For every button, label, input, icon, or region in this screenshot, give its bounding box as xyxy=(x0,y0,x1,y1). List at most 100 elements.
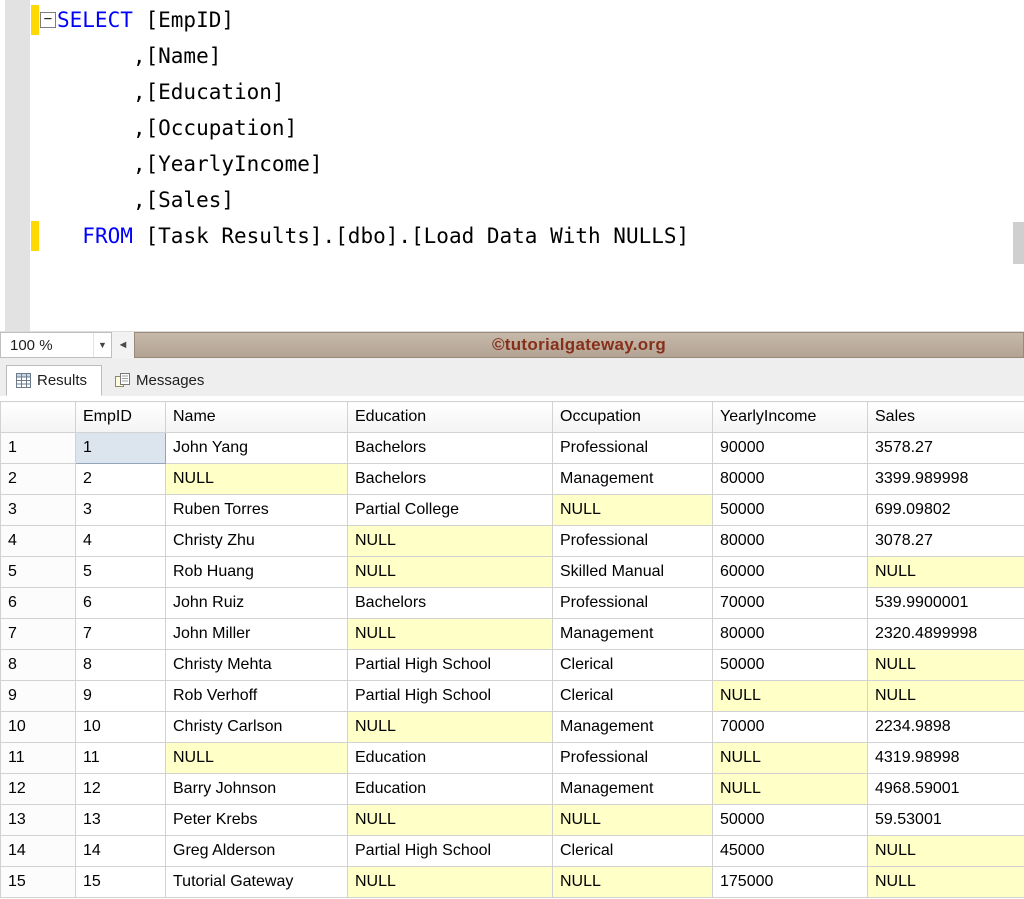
row-number-cell[interactable]: 9 xyxy=(1,681,76,712)
grid-cell[interactable]: John Miller xyxy=(166,619,348,650)
grid-cell[interactable]: John Yang xyxy=(166,433,348,464)
column-header[interactable]: YearlyIncome xyxy=(713,402,868,433)
code-line[interactable]: ,[Education] xyxy=(57,74,1010,110)
grid-cell[interactable]: Partial High School xyxy=(348,836,553,867)
row-number-cell[interactable]: 15 xyxy=(1,867,76,898)
code-collapse-toggle[interactable]: − xyxy=(40,12,56,28)
row-number-cell[interactable]: 13 xyxy=(1,805,76,836)
grid-cell[interactable]: NULL xyxy=(166,464,348,495)
code-line[interactable]: ,[Sales] xyxy=(57,182,1010,218)
grid-cell[interactable]: 6 xyxy=(76,588,166,619)
grid-cell[interactable]: NULL xyxy=(348,526,553,557)
row-number-cell[interactable]: 7 xyxy=(1,619,76,650)
grid-cell[interactable]: 3 xyxy=(76,495,166,526)
grid-cell[interactable]: 50000 xyxy=(713,650,868,681)
grid-cell[interactable]: Professional xyxy=(553,526,713,557)
row-number-cell[interactable]: 14 xyxy=(1,836,76,867)
code-line[interactable]: −SELECT [EmpID] xyxy=(57,2,1010,38)
grid-cell[interactable]: Ruben Torres xyxy=(166,495,348,526)
editor-code[interactable]: −SELECT [EmpID] ,[Name] ,[Education] ,[O… xyxy=(57,2,1010,254)
row-number-cell[interactable]: 12 xyxy=(1,774,76,805)
grid-cell[interactable]: Management xyxy=(553,712,713,743)
grid-cell[interactable]: Clerical xyxy=(553,836,713,867)
grid-cell[interactable]: NULL xyxy=(553,495,713,526)
grid-cell[interactable]: 699.09802 xyxy=(868,495,1024,526)
grid-cell[interactable]: Management xyxy=(553,464,713,495)
grid-cell[interactable]: NULL xyxy=(713,681,868,712)
grid-cell[interactable]: 12 xyxy=(76,774,166,805)
grid-cell[interactable]: NULL xyxy=(553,867,713,898)
grid-cell[interactable]: Rob Huang xyxy=(166,557,348,588)
row-number-cell[interactable]: 10 xyxy=(1,712,76,743)
grid-cell[interactable]: NULL xyxy=(348,557,553,588)
grid-cell[interactable]: NULL xyxy=(713,743,868,774)
grid-cell[interactable]: NULL xyxy=(868,650,1024,681)
grid-cell[interactable]: Peter Krebs xyxy=(166,805,348,836)
row-number-cell[interactable]: 1 xyxy=(1,433,76,464)
grid-cell[interactable]: 3578.27 xyxy=(868,433,1024,464)
row-number-cell[interactable]: 2 xyxy=(1,464,76,495)
grid-cell[interactable]: NULL xyxy=(348,867,553,898)
grid-cell[interactable]: Greg Alderson xyxy=(166,836,348,867)
row-number-cell[interactable]: 5 xyxy=(1,557,76,588)
grid-cell[interactable]: 5 xyxy=(76,557,166,588)
grid-cell[interactable]: Partial High School xyxy=(348,681,553,712)
grid-cell[interactable]: 175000 xyxy=(713,867,868,898)
column-header[interactable]: Occupation xyxy=(553,402,713,433)
row-number-cell[interactable]: 4 xyxy=(1,526,76,557)
grid-cell[interactable]: 10 xyxy=(76,712,166,743)
grid-cell[interactable]: 70000 xyxy=(713,712,868,743)
row-number-cell[interactable]: 6 xyxy=(1,588,76,619)
code-line[interactable]: ,[Name] xyxy=(57,38,1010,74)
grid-cell[interactable]: Partial High School xyxy=(348,650,553,681)
grid-cell[interactable]: 50000 xyxy=(713,805,868,836)
grid-cell[interactable]: NULL xyxy=(166,743,348,774)
grid-cell[interactable]: 59.53001 xyxy=(868,805,1024,836)
grid-cell[interactable]: Management xyxy=(553,619,713,650)
grid-cell[interactable]: Tutorial Gateway xyxy=(166,867,348,898)
grid-cell[interactable]: 3078.27 xyxy=(868,526,1024,557)
tab-messages[interactable]: Messages xyxy=(105,365,218,396)
grid-cell[interactable]: Professional xyxy=(553,743,713,774)
grid-cell[interactable]: NULL xyxy=(868,836,1024,867)
grid-cell[interactable]: 2 xyxy=(76,464,166,495)
code-line[interactable]: ,[YearlyIncome] xyxy=(57,146,1010,182)
grid-cell[interactable]: Clerical xyxy=(553,650,713,681)
sql-editor[interactable]: −SELECT [EmpID] ,[Name] ,[Education] ,[O… xyxy=(0,0,1024,331)
grid-cell[interactable]: Bachelors xyxy=(348,433,553,464)
row-number-header[interactable] xyxy=(1,402,76,433)
grid-cell[interactable]: NULL xyxy=(868,867,1024,898)
grid-cell[interactable]: 4319.98998 xyxy=(868,743,1024,774)
code-line[interactable]: ,[Occupation] xyxy=(57,110,1010,146)
grid-cell[interactable]: 80000 xyxy=(713,464,868,495)
grid-cell[interactable]: John Ruiz xyxy=(166,588,348,619)
grid-cell[interactable]: 50000 xyxy=(713,495,868,526)
tab-results[interactable]: Results xyxy=(6,365,102,396)
grid-cell[interactable]: NULL xyxy=(868,557,1024,588)
grid-cell[interactable]: 80000 xyxy=(713,619,868,650)
grid-cell[interactable]: NULL xyxy=(348,712,553,743)
grid-cell[interactable]: 70000 xyxy=(713,588,868,619)
grid-cell[interactable]: 7 xyxy=(76,619,166,650)
grid-cell[interactable]: NULL xyxy=(348,805,553,836)
column-header[interactable]: EmpID xyxy=(76,402,166,433)
grid-cell[interactable]: Barry Johnson xyxy=(166,774,348,805)
column-header[interactable]: Sales xyxy=(868,402,1024,433)
column-header[interactable]: Name xyxy=(166,402,348,433)
grid-cell[interactable]: 4 xyxy=(76,526,166,557)
grid-cell[interactable]: Bachelors xyxy=(348,464,553,495)
grid-cell[interactable]: 80000 xyxy=(713,526,868,557)
grid-cell[interactable]: 2234.9898 xyxy=(868,712,1024,743)
grid-cell[interactable]: 90000 xyxy=(713,433,868,464)
row-number-cell[interactable]: 8 xyxy=(1,650,76,681)
chevron-down-icon[interactable]: ▼ xyxy=(93,333,111,357)
hscroll-left-arrow-button[interactable]: ◄ xyxy=(112,332,134,358)
grid-cell[interactable]: 3399.989998 xyxy=(868,464,1024,495)
grid-cell[interactable]: Management xyxy=(553,774,713,805)
grid-cell[interactable]: Christy Zhu xyxy=(166,526,348,557)
grid-cell[interactable]: 11 xyxy=(76,743,166,774)
editor-vertical-scrollbar-thumb[interactable] xyxy=(1013,222,1024,264)
grid-cell[interactable]: NULL xyxy=(713,774,868,805)
zoom-level-select[interactable]: 100 % ▼ xyxy=(0,332,112,358)
grid-cell[interactable]: 60000 xyxy=(713,557,868,588)
